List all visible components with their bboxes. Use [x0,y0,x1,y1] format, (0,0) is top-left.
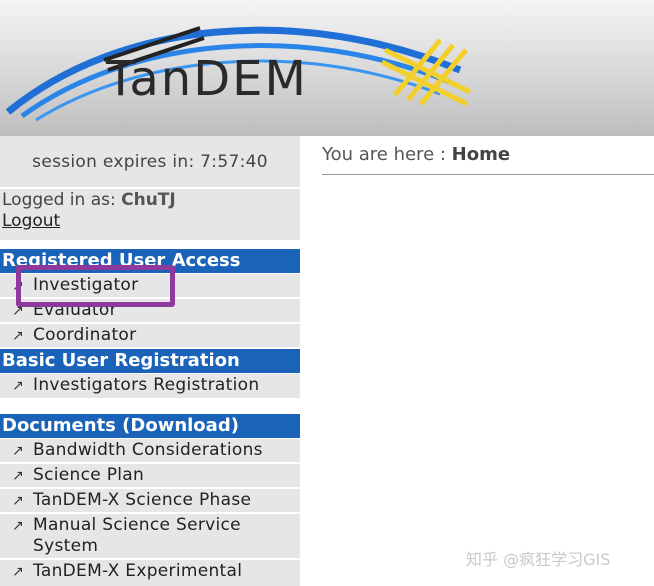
breadcrumb-prefix: You are here : [322,144,452,165]
nav-item-tandem-x-experimental[interactable]: ↗ TanDEM-X Experimental [0,560,300,586]
logged-in-line: Logged in as: ChuTJ [2,190,300,211]
header-banner: TanDEM [0,0,654,136]
nav-item-bandwidth-considerations[interactable]: ↗ Bandwidth Considerations [0,439,300,462]
nav-item-manual-science-service-system[interactable]: ↗ Manual Science Service System [0,514,300,558]
nav-arrow-icon: ↗ [12,443,25,459]
login-info: Logged in as: ChuTJ Logout [0,189,300,240]
nav-item-tandem-x-science-phase[interactable]: ↗ TanDEM-X Science Phase [0,489,300,512]
nav-item-label: Coordinator [33,325,137,345]
nav-arrow-icon: ↗ [12,303,25,319]
nav-item-label: Bandwidth Considerations [33,440,263,460]
nav-arrow-icon: ↗ [12,468,25,484]
nav-arrow-icon: ↗ [12,564,25,580]
breadcrumb: You are here : Home [322,144,510,165]
breadcrumb-divider [322,174,654,175]
logged-in-label: Logged in as: [2,190,122,210]
nav-arrow-icon: ↗ [12,278,25,294]
session-expiry: session expires in: 7:57:40 [0,136,300,187]
nav-arrow-icon: ↗ [12,378,25,394]
nav-arrow-icon: ↗ [12,493,25,509]
nav-item-label: Science Plan [33,465,145,485]
nav-item-coordinator[interactable]: ↗ Coordinator [0,324,300,347]
nav-item-investigators-registration[interactable]: ↗ Investigators Registration [0,374,300,398]
nav-item-science-plan[interactable]: ↗ Science Plan [0,464,300,487]
tandem-logo: TanDEM [5,26,472,122]
nav-arrow-icon: ↗ [12,518,25,534]
username: ChuTJ [121,190,176,210]
nav-item-label: TanDEM-X Experimental [33,561,243,581]
sidebar: session expires in: 7:57:40 Logged in as… [0,136,300,586]
nav-item-label: Manual Science Service System [33,515,241,556]
nav-item-label: Investigator [33,275,139,295]
logout-link[interactable]: Logout [2,211,300,232]
logo-text: TanDEM [105,51,308,107]
nav-item-investigator[interactable]: ↗ Investigator [0,274,300,297]
nav-item-label: TanDEM-X Science Phase [33,490,252,510]
watermark: 知乎 @疯狂学习GIS [466,550,611,569]
breadcrumb-current: Home [451,144,511,165]
nav-arrow-icon: ↗ [12,328,25,344]
section-documents-download: Documents (Download) [0,414,300,438]
nav-item-label: Evaluator [33,300,117,320]
section-basic-user-registration: Basic User Registration [0,349,300,373]
nav-item-label: Investigators Registration [33,375,260,395]
nav-item-evaluator[interactable]: ↗ Evaluator [0,299,300,322]
section-registered-user-access: Registered User Access [0,249,300,273]
